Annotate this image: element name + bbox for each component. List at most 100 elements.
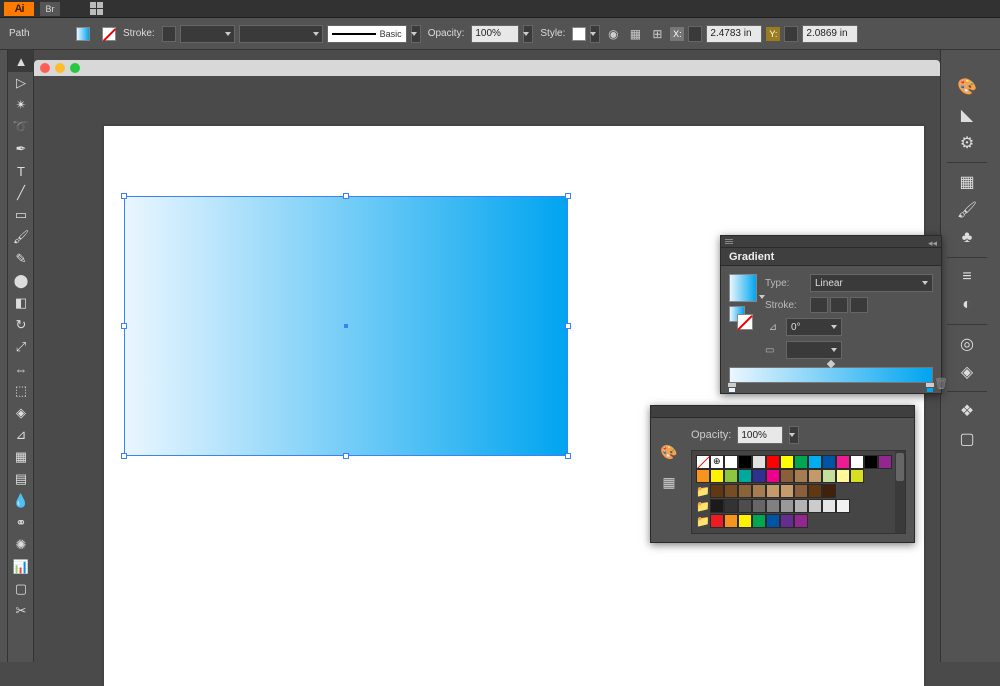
color-swatch[interactable] — [766, 499, 780, 513]
color-swatch[interactable] — [864, 455, 878, 469]
resize-handle-se[interactable] — [565, 453, 571, 459]
slice-tool[interactable]: ✂ — [8, 600, 34, 622]
color-swatch[interactable] — [724, 499, 738, 513]
delete-stop-icon[interactable]: 🗑 — [934, 377, 948, 390]
color-swatch[interactable] — [780, 484, 794, 498]
color-swatch[interactable] — [738, 455, 752, 469]
swatch-grid-mode-icon[interactable]: ▦ — [659, 472, 679, 492]
y-stepper[interactable] — [784, 26, 798, 42]
gradient-stop-start[interactable] — [728, 383, 736, 393]
gradient-stop-end[interactable] — [926, 383, 934, 393]
color-swatch[interactable] — [696, 469, 710, 483]
stroke-panel-icon[interactable]: ≡ — [947, 264, 987, 290]
color-swatch[interactable] — [808, 484, 822, 498]
gradient-angle-input[interactable]: 0° — [786, 318, 842, 336]
color-swatch[interactable] — [850, 469, 864, 483]
window-minimize-icon[interactable] — [55, 63, 65, 73]
window-zoom-icon[interactable] — [70, 63, 80, 73]
color-swatch[interactable] — [794, 499, 808, 513]
line-tool[interactable]: ╱ — [8, 182, 34, 204]
color-panel-icon[interactable]: 🎨 — [947, 74, 987, 100]
type-tool[interactable]: T — [8, 160, 34, 182]
bridge-badge[interactable]: Br — [40, 2, 60, 16]
gradient-type-dropdown[interactable]: Linear — [810, 274, 933, 292]
align-icon[interactable]: ▦ — [626, 25, 644, 43]
gradient-slider[interactable]: 🗑 — [729, 367, 933, 383]
x-coord-input[interactable]: 2.4783 in — [706, 25, 762, 43]
color-swatch[interactable] — [724, 455, 738, 469]
rotate-tool[interactable]: ↻ — [8, 314, 34, 336]
symbol-sprayer-tool[interactable]: ✺ — [8, 534, 34, 556]
gradient-aspect-input[interactable] — [786, 341, 842, 359]
width-tool[interactable]: ⇔ — [8, 358, 34, 380]
resize-handle-sw[interactable] — [121, 453, 127, 459]
stroke-weight-dropdown[interactable] — [180, 25, 235, 43]
pen-tool[interactable]: ✒ — [8, 138, 34, 160]
direct-selection-tool[interactable]: ▷ — [8, 72, 34, 94]
fill-swatch[interactable] — [76, 27, 90, 41]
color-swatch[interactable] — [738, 469, 752, 483]
rectangle-tool[interactable]: ▭ — [8, 204, 34, 226]
transform-icon[interactable]: ⊞ — [648, 25, 666, 43]
color-swatch[interactable] — [752, 499, 766, 513]
color-swatch[interactable] — [836, 469, 850, 483]
layers-panel-icon[interactable]: ❖ — [947, 398, 987, 424]
blend-tool[interactable]: ⚭ — [8, 512, 34, 534]
appearance-panel-icon[interactable]: ◈ — [947, 359, 987, 385]
color-swatch[interactable] — [724, 469, 738, 483]
transparency-panel-icon[interactable]: ◎ — [947, 331, 987, 357]
color-swatch[interactable] — [710, 469, 724, 483]
color-swatch[interactable] — [766, 455, 780, 469]
color-swatch[interactable] — [780, 469, 794, 483]
color-swatch[interactable] — [808, 469, 822, 483]
free-transform-tool[interactable]: ⬚ — [8, 380, 34, 402]
swatch-opacity-input[interactable]: 100% — [737, 426, 783, 444]
panel-collapse-icon[interactable]: ◂◂ — [928, 238, 937, 249]
resize-handle-n[interactable] — [343, 193, 349, 199]
stroke-profile-dropdown[interactable] — [239, 25, 323, 43]
gradient-panel[interactable]: ◂◂ Gradient Type: Linear Stroke: ⊿ 0° ▭ — [720, 235, 942, 394]
color-guide-panel-icon[interactable]: ◣ — [947, 102, 987, 128]
lasso-tool[interactable]: ➰ — [8, 116, 34, 138]
color-swatch[interactable] — [752, 455, 766, 469]
color-swatch[interactable] — [794, 455, 808, 469]
perspective-grid-tool[interactable]: ⊿ — [8, 424, 34, 446]
color-swatch[interactable] — [836, 455, 850, 469]
color-swatch[interactable] — [850, 455, 864, 469]
color-swatch[interactable] — [752, 484, 766, 498]
color-swatch[interactable] — [710, 484, 724, 498]
color-swatch[interactable] — [766, 514, 780, 528]
color-swatch[interactable] — [794, 484, 808, 498]
paintbrush-tool[interactable]: 🖌 — [8, 226, 34, 248]
color-swatch[interactable] — [738, 499, 752, 513]
color-swatch[interactable] — [808, 499, 822, 513]
color-swatch[interactable] — [738, 484, 752, 498]
color-swatch[interactable] — [794, 469, 808, 483]
kuler-panel-icon[interactable]: ⚙ — [947, 130, 987, 156]
swatch-scrollbar[interactable] — [895, 451, 905, 533]
swatch-registration[interactable] — [710, 455, 724, 469]
brush-definition-dropdown[interactable]: Basic — [327, 25, 407, 43]
style-dropdown[interactable] — [590, 25, 600, 43]
stroke-weight-input[interactable] — [162, 26, 176, 42]
gradient-tool[interactable]: ▤ — [8, 468, 34, 490]
color-swatch[interactable] — [822, 469, 836, 483]
color-swatch[interactable] — [738, 514, 752, 528]
graphic-style-swatch[interactable] — [572, 27, 586, 41]
color-swatch[interactable] — [766, 469, 780, 483]
gradient-fill-stroke-toggle[interactable] — [729, 306, 753, 330]
eyedropper-tool[interactable]: 💧 — [8, 490, 34, 512]
color-swatch[interactable] — [808, 455, 822, 469]
color-swatch[interactable] — [710, 499, 724, 513]
x-stepper[interactable] — [688, 26, 702, 42]
resize-handle-w[interactable] — [121, 323, 127, 329]
selection-tool[interactable]: ▲ — [8, 50, 34, 72]
color-swatch[interactable] — [836, 499, 850, 513]
selected-rectangle[interactable] — [124, 196, 568, 456]
swatches-popup[interactable]: 🎨 ▦ Opacity: 100% 📁 📁 📁 — [650, 405, 915, 543]
blob-brush-tool[interactable]: ⬤ — [8, 270, 34, 292]
gradient-stroke-buttons[interactable] — [810, 297, 868, 313]
resize-handle-nw[interactable] — [121, 193, 127, 199]
mesh-tool[interactable]: ▦ — [8, 446, 34, 468]
swatch-color-mode-icon[interactable]: 🎨 — [659, 442, 679, 462]
